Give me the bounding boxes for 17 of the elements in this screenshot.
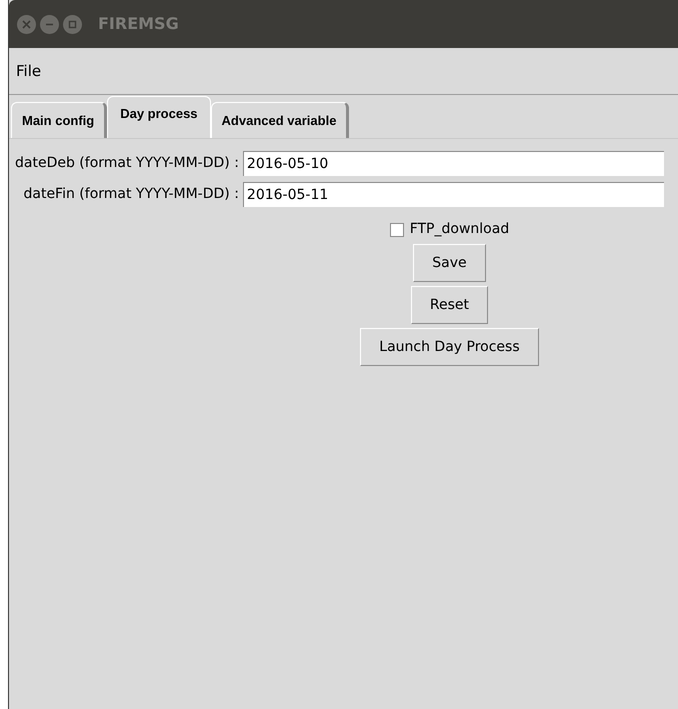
- ftp-download-checkbox[interactable]: FTP_download: [390, 219, 510, 240]
- tab[interactable]: Main config: [11, 102, 108, 138]
- tab[interactable]: Day process: [107, 96, 211, 138]
- action-button[interactable]: Launch Day Process: [360, 328, 539, 366]
- menu-item[interactable]: File: [12, 60, 46, 82]
- date-field[interactable]: 2016-05-11: [242, 182, 664, 207]
- field-label: dateFin (format YYYY-MM-DD) :: [22, 185, 239, 204]
- tab[interactable]: Advanced variable: [210, 102, 350, 138]
- window-title: FIREMSG: [98, 13, 179, 35]
- date-field[interactable]: 2016-05-10: [242, 151, 664, 176]
- field-label: dateDeb (format YYYY-MM-DD) :: [15, 154, 239, 173]
- action-button[interactable]: Reset: [410, 286, 488, 324]
- maximize-icon[interactable]: [63, 14, 82, 34]
- minimize-icon[interactable]: [40, 14, 59, 34]
- close-icon[interactable]: [17, 14, 36, 34]
- action-button[interactable]: Save: [413, 244, 486, 282]
- checkbox[interactable]: [390, 222, 404, 236]
